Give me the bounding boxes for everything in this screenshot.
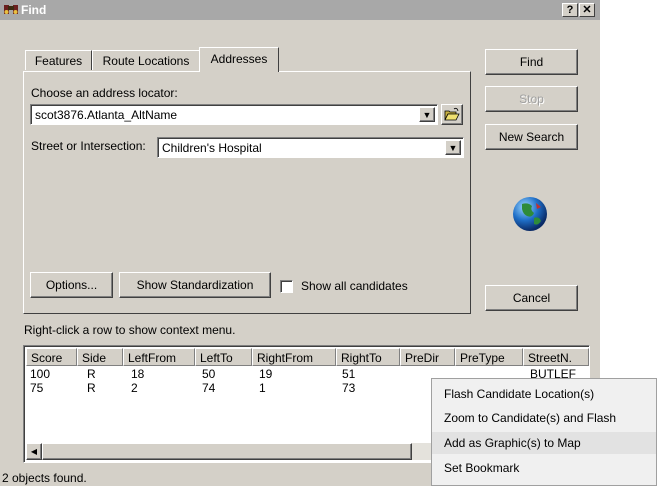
- find-button[interactable]: Find: [485, 49, 578, 75]
- cell-rightfrom: 1: [259, 381, 266, 395]
- column-header[interactable]: Score: [26, 348, 77, 366]
- scroll-left-arrow-icon[interactable]: ◀: [26, 443, 42, 460]
- tab-features-label: Features: [34, 54, 83, 68]
- column-header-label: LeftFrom: [128, 351, 177, 365]
- dropdown-arrow-icon[interactable]: ▼: [419, 107, 435, 122]
- column-header-label: Side: [82, 351, 107, 365]
- cancel-button[interactable]: Cancel: [485, 285, 578, 311]
- column-header-label: StreetN.: [528, 351, 573, 365]
- status-text: 2 objects found.: [2, 471, 87, 485]
- tab-features[interactable]: Features: [25, 50, 92, 70]
- column-header[interactable]: StreetN.: [523, 348, 589, 366]
- new-search-label: New Search: [498, 130, 565, 144]
- column-header[interactable]: RightFrom: [252, 348, 336, 366]
- column-header-label: Score: [31, 351, 63, 365]
- menu-item-set-bookmark[interactable]: Set Bookmark: [432, 457, 656, 479]
- find-label: Find: [519, 55, 544, 69]
- menu-item-label: Zoom to Candidate(s) and Flash: [444, 411, 617, 425]
- cell-rightto: 73: [342, 381, 356, 395]
- options-button[interactable]: Options...: [30, 272, 113, 298]
- open-folder-icon: [444, 107, 460, 125]
- cell-leftfrom: 2: [131, 381, 138, 395]
- scroll-thumb[interactable]: [42, 443, 412, 460]
- cell-leftfrom: 18: [131, 367, 145, 381]
- menu-item-flash-candidate[interactable]: Flash Candidate Location(s): [432, 383, 656, 405]
- binoculars-icon: [4, 3, 18, 16]
- options-label: Options...: [45, 278, 98, 292]
- locator-combo[interactable]: scot3876.Atlanta_AltName ▼: [30, 104, 438, 125]
- cell-leftto: 74: [202, 381, 216, 395]
- stop-button[interactable]: Stop: [485, 86, 578, 112]
- globe-icon: [510, 194, 550, 237]
- cell-side: R: [87, 367, 96, 381]
- cell-leftto: 50: [202, 367, 216, 381]
- menu-item-add-as-graphic[interactable]: Add as Graphic(s) to Map: [432, 432, 656, 454]
- column-header[interactable]: LeftTo: [195, 348, 252, 366]
- tab-addresses[interactable]: Addresses: [199, 47, 279, 72]
- menu-item-label: Set Bookmark: [444, 461, 520, 475]
- column-header-label: PreDir: [405, 351, 440, 365]
- context-menu-hint: Right-click a row to show context menu.: [24, 323, 236, 337]
- table-header: Score Side LeftFrom LeftTo RightFrom Rig…: [26, 348, 589, 366]
- column-header-label: RightFrom: [257, 351, 314, 365]
- locator-label: Choose an address locator:: [31, 86, 178, 100]
- cancel-label: Cancel: [512, 291, 551, 305]
- cell-score: 75: [30, 381, 44, 395]
- show-standardization-button[interactable]: Show Standardization: [119, 272, 271, 298]
- cell-rightto: 51: [342, 367, 356, 381]
- tab-route-locations-label: Route Locations: [102, 54, 190, 68]
- menu-item-label: Flash Candidate Location(s): [444, 387, 595, 401]
- street-label: Street or Intersection:: [31, 139, 146, 153]
- column-header[interactable]: PreDir: [400, 348, 455, 366]
- column-header[interactable]: LeftFrom: [123, 348, 195, 366]
- cell-side: R: [87, 381, 96, 395]
- menu-item-zoom-and-flash[interactable]: Zoom to Candidate(s) and Flash: [432, 407, 656, 429]
- dropdown-arrow-icon[interactable]: ▼: [445, 140, 461, 155]
- street-combo[interactable]: Children's Hospital ▼: [157, 137, 464, 158]
- street-value: Children's Hospital: [162, 141, 262, 155]
- help-button[interactable]: ?: [562, 3, 578, 17]
- cell-score: 100: [30, 367, 51, 381]
- column-header-label: PreType: [460, 351, 505, 365]
- column-header-label: LeftTo: [200, 351, 233, 365]
- column-header[interactable]: RightTo: [336, 348, 400, 366]
- menu-item-label: Add as Graphic(s) to Map: [444, 436, 581, 450]
- title-bar[interactable]: Find ? ✕: [0, 0, 600, 20]
- locator-value: scot3876.Atlanta_AltName: [35, 108, 178, 122]
- column-header[interactable]: Side: [77, 348, 123, 366]
- open-folder-button[interactable]: [441, 104, 463, 125]
- window-title: Find: [21, 3, 47, 17]
- stop-label: Stop: [519, 92, 544, 106]
- cell-rightfrom: 19: [259, 367, 273, 381]
- new-search-button[interactable]: New Search: [485, 124, 578, 150]
- tab-route-locations[interactable]: Route Locations: [92, 50, 200, 70]
- column-header-label: RightTo: [341, 351, 382, 365]
- tab-addresses-label: Addresses: [210, 52, 268, 66]
- show-all-candidates-label: Show all candidates: [301, 279, 408, 293]
- close-button[interactable]: ✕: [579, 3, 595, 17]
- context-menu: Flash Candidate Location(s) Zoom to Cand…: [431, 378, 657, 486]
- show-standardization-label: Show Standardization: [136, 278, 254, 292]
- column-header[interactable]: PreType: [455, 348, 523, 366]
- show-all-candidates-checkbox[interactable]: [280, 280, 293, 293]
